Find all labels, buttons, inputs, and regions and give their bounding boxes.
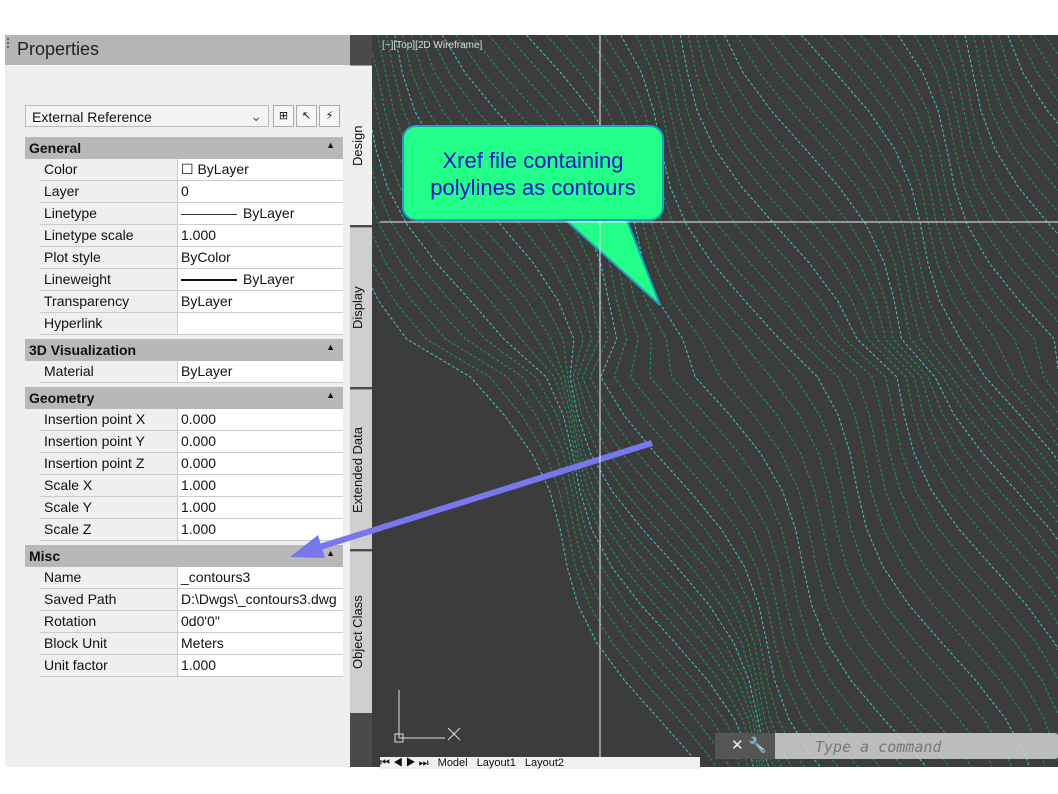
command-input[interactable]: Type a command: [815, 738, 941, 756]
close-icon[interactable]: ✕: [731, 736, 744, 754]
callout-text: Xref file containing polylines as contou…: [402, 125, 664, 221]
annotation-overlay: [290, 35, 1058, 767]
tab-model[interactable]: Model: [438, 757, 468, 769]
arrow-line: [309, 440, 653, 553]
tab-layout2[interactable]: Layout2: [525, 757, 564, 769]
wrench-icon[interactable]: 🔧: [748, 736, 767, 754]
ucs-icon: [394, 690, 461, 743]
arrow-head-icon: [290, 535, 325, 558]
nav-arrows-icon[interactable]: ⏮ ◀ ▶ ⏭: [380, 757, 429, 769]
tab-layout1[interactable]: Layout1: [477, 757, 516, 769]
layout-tab-bar: ⏮ ◀ ▶ ⏭ Model Layout1 Layout2: [380, 757, 700, 769]
callout-pointer: [557, 214, 661, 306]
command-line: ✕ 🔧 Type a command: [715, 733, 1058, 759]
